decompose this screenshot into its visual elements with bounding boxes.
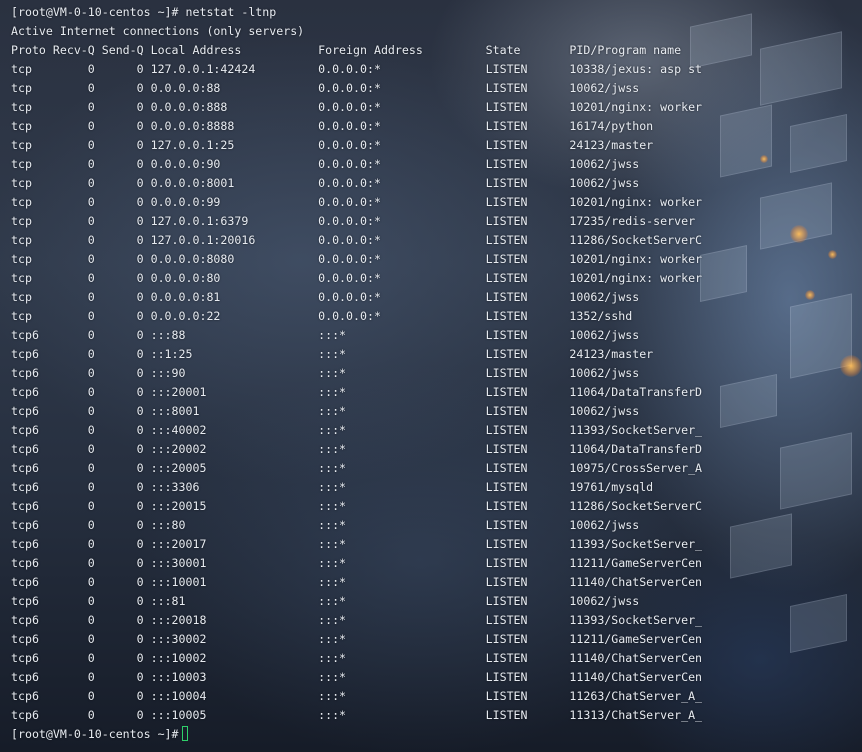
table-header: Proto Recv-Q Send-Q Local Address Foreig… bbox=[11, 43, 682, 57]
table-row: tcp6 0 0 :::20017 :::* LISTEN 11393/Sock… bbox=[11, 537, 703, 551]
table-row: tcp6 0 0 :::20015 :::* LISTEN 11286/Sock… bbox=[11, 499, 703, 513]
table-row: tcp 0 0 0.0.0.0:8888 0.0.0.0:* LISTEN 16… bbox=[11, 119, 654, 133]
table-row: tcp6 0 0 :::20002 :::* LISTEN 11064/Data… bbox=[11, 442, 703, 456]
table-row: tcp 0 0 0.0.0.0:888 0.0.0.0:* LISTEN 102… bbox=[11, 100, 703, 114]
table-row: tcp6 0 0 :::80 :::* LISTEN 10062/jwss bbox=[11, 518, 640, 532]
table-row: tcp 0 0 127.0.0.1:42424 0.0.0.0:* LISTEN… bbox=[11, 62, 703, 76]
table-row: tcp6 0 0 :::10004 :::* LISTEN 11263/Chat… bbox=[11, 689, 703, 703]
command-line: [root@VM-0-10-centos ~]# netstat -ltnp bbox=[11, 5, 277, 19]
table-row: tcp6 0 0 :::81 :::* LISTEN 10062/jwss bbox=[11, 594, 640, 608]
table-row: tcp6 0 0 :::30002 :::* LISTEN 11211/Game… bbox=[11, 632, 703, 646]
table-row: tcp6 0 0 :::10005 :::* LISTEN 11313/Chat… bbox=[11, 708, 703, 722]
table-row: tcp6 0 0 :::40002 :::* LISTEN 11393/Sock… bbox=[11, 423, 703, 437]
cursor-icon[interactable] bbox=[181, 726, 188, 741]
shell-prompt: [root@VM-0-10-centos ~]# bbox=[11, 727, 179, 741]
table-row: tcp 0 0 0.0.0.0:90 0.0.0.0:* LISTEN 1006… bbox=[11, 157, 640, 171]
table-row: tcp 0 0 0.0.0.0:8001 0.0.0.0:* LISTEN 10… bbox=[11, 176, 640, 190]
table-row: tcp6 0 0 :::3306 :::* LISTEN 19761/mysql… bbox=[11, 480, 654, 494]
table-row: tcp6 0 0 :::10003 :::* LISTEN 11140/Chat… bbox=[11, 670, 703, 684]
table-row: tcp6 0 0 :::20001 :::* LISTEN 11064/Data… bbox=[11, 385, 703, 399]
terminal-output: [root@VM-0-10-centos ~]# netstat -ltnp Ac… bbox=[11, 3, 702, 744]
table-row: tcp 0 0 127.0.0.1:6379 0.0.0.0:* LISTEN … bbox=[11, 214, 696, 228]
table-row: tcp6 0 0 ::1:25 :::* LISTEN 24123/master bbox=[11, 347, 654, 361]
table-row: tcp 0 0 0.0.0.0:99 0.0.0.0:* LISTEN 1020… bbox=[11, 195, 703, 209]
table-row: tcp6 0 0 :::88 :::* LISTEN 10062/jwss bbox=[11, 328, 640, 342]
table-row: tcp6 0 0 :::10001 :::* LISTEN 11140/Chat… bbox=[11, 575, 703, 589]
prompt-line[interactable]: [root@VM-0-10-centos ~]# bbox=[11, 725, 702, 744]
table-row: tcp 0 0 0.0.0.0:8080 0.0.0.0:* LISTEN 10… bbox=[11, 252, 703, 266]
table-row: tcp 0 0 0.0.0.0:81 0.0.0.0:* LISTEN 1006… bbox=[11, 290, 640, 304]
table-row: tcp 0 0 127.0.0.1:25 0.0.0.0:* LISTEN 24… bbox=[11, 138, 654, 152]
table-row: tcp 0 0 127.0.0.1:20016 0.0.0.0:* LISTEN… bbox=[11, 233, 703, 247]
table-row: tcp6 0 0 :::30001 :::* LISTEN 11211/Game… bbox=[11, 556, 703, 570]
table-row: tcp6 0 0 :::90 :::* LISTEN 10062/jwss bbox=[11, 366, 640, 380]
table-row: tcp 0 0 0.0.0.0:22 0.0.0.0:* LISTEN 1352… bbox=[11, 309, 633, 323]
table-row: tcp 0 0 0.0.0.0:80 0.0.0.0:* LISTEN 1020… bbox=[11, 271, 703, 285]
table-row: tcp6 0 0 :::8001 :::* LISTEN 10062/jwss bbox=[11, 404, 640, 418]
table-row: tcp 0 0 0.0.0.0:88 0.0.0.0:* LISTEN 1006… bbox=[11, 81, 640, 95]
table-row: tcp6 0 0 :::20005 :::* LISTEN 10975/Cros… bbox=[11, 461, 703, 475]
terminal-window[interactable]: [root@VM-0-10-centos ~]# netstat -ltnp Ac… bbox=[0, 0, 862, 752]
table-row: tcp6 0 0 :::10002 :::* LISTEN 11140/Chat… bbox=[11, 651, 703, 665]
output-heading: Active Internet connections (only server… bbox=[11, 24, 305, 38]
table-row: tcp6 0 0 :::20018 :::* LISTEN 11393/Sock… bbox=[11, 613, 703, 627]
